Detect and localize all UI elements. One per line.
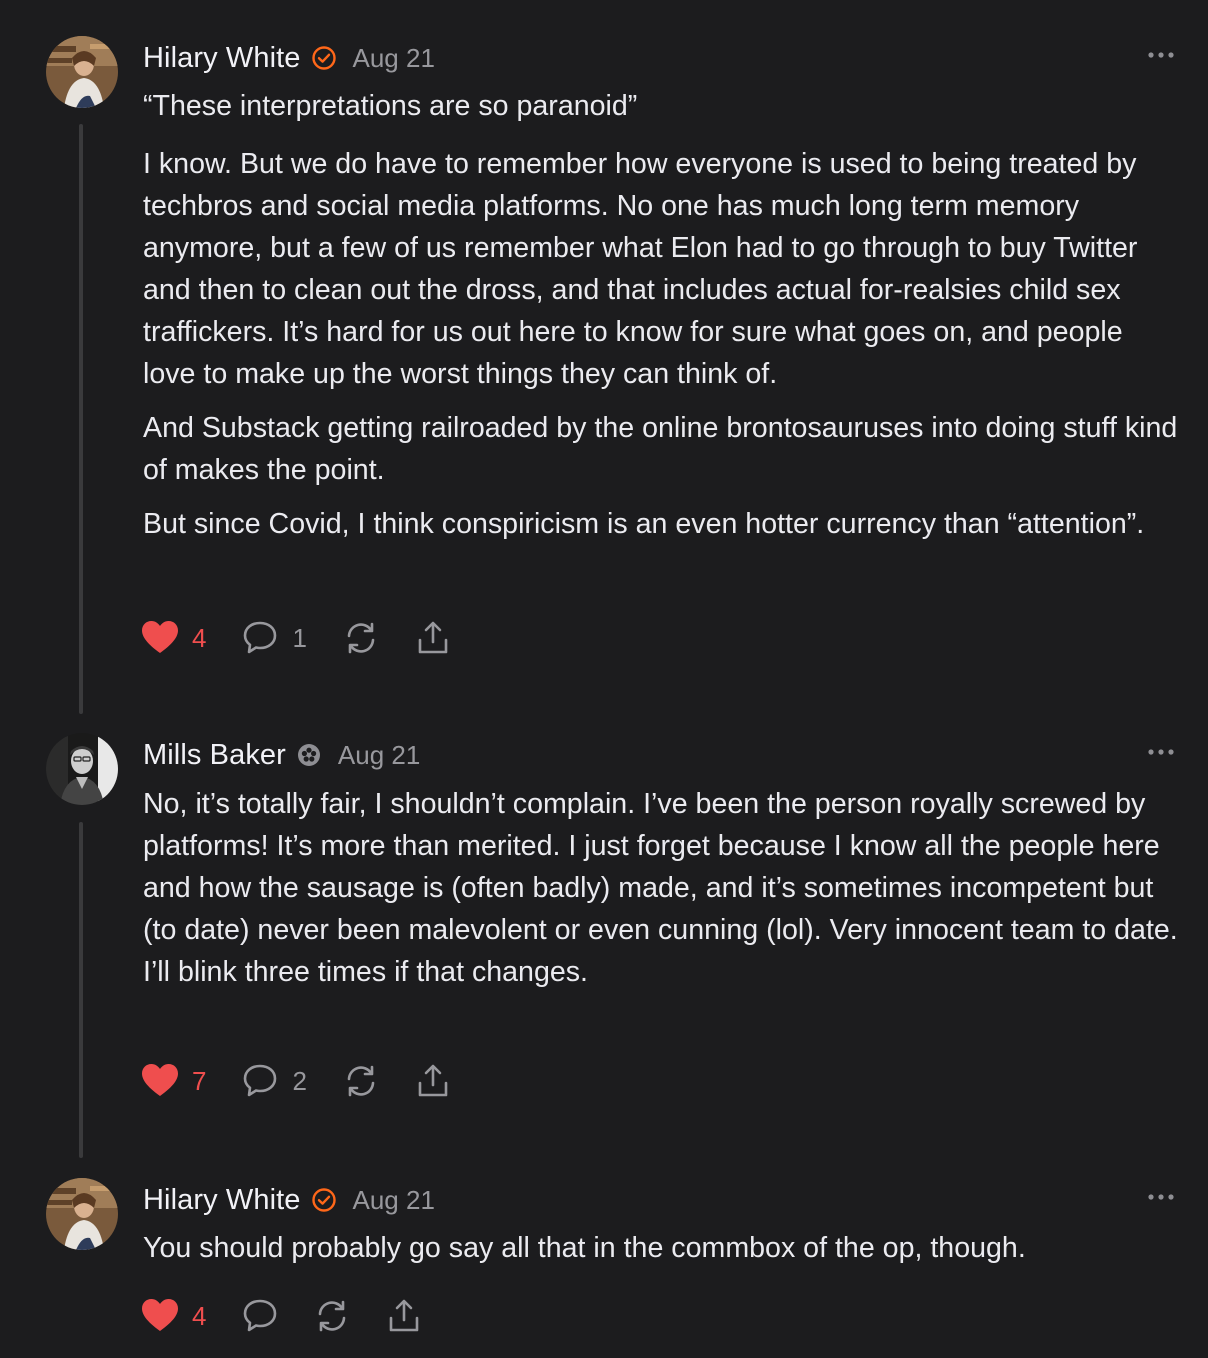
restack-icon <box>347 622 375 654</box>
restack-button[interactable] <box>343 620 379 656</box>
restack-icon <box>347 1065 375 1097</box>
comment-paragraph: “These interpretations are so paranoid” <box>143 90 638 122</box>
comment-bubble-icon <box>244 1064 277 1097</box>
like-count: 4 <box>192 622 207 653</box>
share-button[interactable] <box>415 1063 451 1099</box>
heart-icon <box>142 1064 178 1096</box>
comment-date[interactable]: Aug 21 <box>353 43 435 74</box>
comment-paragraph: No, it’s totally fair, I shouldn’t compl… <box>143 788 1178 988</box>
restack-button[interactable] <box>314 1298 350 1334</box>
comment-body: No, it’s totally fair, I shouldn’t compl… <box>143 783 1183 1005</box>
comment-date[interactable]: Aug 21 <box>353 1185 435 1216</box>
comment-actions: 4 1 <box>142 618 487 658</box>
reply-button[interactable]: 1 <box>242 620 307 656</box>
comment-header: Mills Baker Aug 21 <box>143 737 420 773</box>
comment-body: You should probably go say all that in t… <box>143 1227 1183 1281</box>
like-button[interactable]: 7 <box>142 1064 206 1098</box>
comment-header: Hilary White Aug 21 <box>143 40 435 76</box>
avatar[interactable] <box>46 733 118 805</box>
verified-check-icon <box>311 45 337 71</box>
share-icon <box>390 1299 419 1332</box>
restack-button[interactable] <box>343 1063 379 1099</box>
more-options-icon[interactable] <box>1146 745 1176 757</box>
share-button[interactable] <box>415 620 451 656</box>
verified-check-icon <box>311 1187 337 1213</box>
reply-count: 2 <box>292 1065 307 1096</box>
like-button[interactable]: 4 <box>142 621 206 655</box>
avatar[interactable] <box>46 36 118 108</box>
more-options-icon[interactable] <box>1146 1190 1176 1202</box>
comment: Mills Baker Aug 21 No, it’s totally fair… <box>0 733 1208 1133</box>
heart-icon <box>142 1299 178 1331</box>
comment-paragraph: You should probably go say all that in t… <box>143 1232 1026 1264</box>
heart-icon <box>142 621 178 653</box>
comment-bubble-icon <box>244 621 277 654</box>
more-options-icon[interactable] <box>1146 48 1176 60</box>
comment-paragraph: And Substack getting railroaded by the o… <box>143 412 1178 486</box>
author-name[interactable]: Mills Baker <box>143 739 286 772</box>
reply-count: 1 <box>292 622 307 653</box>
like-button[interactable]: 4 <box>142 1299 206 1333</box>
comment-bubble-icon <box>244 1299 277 1332</box>
comment-paragraph: I know. But we do have to remember how e… <box>143 148 1138 390</box>
comment-header: Hilary White Aug 21 <box>143 1182 435 1218</box>
reply-button[interactable] <box>242 1298 278 1334</box>
author-name[interactable]: Hilary White <box>143 1184 301 1217</box>
avatar[interactable] <box>46 1178 118 1250</box>
comment-paragraph: But since Covid, I think conspiricism is… <box>143 508 1145 540</box>
comment: Hilary White Aug 21 “These interpretatio… <box>0 36 1208 686</box>
restack-icon <box>319 1300 346 1332</box>
like-count: 7 <box>192 1065 207 1096</box>
share-icon <box>418 621 448 654</box>
author-name[interactable]: Hilary White <box>143 42 301 75</box>
share-icon <box>418 1064 448 1097</box>
comment-actions: 7 2 <box>142 1061 487 1101</box>
comment: Hilary White Aug 21 You should probably … <box>0 1178 1208 1348</box>
like-count: 4 <box>192 1300 207 1331</box>
comment-body: “These interpretations are so paranoid” … <box>143 85 1183 557</box>
comment-date[interactable]: Aug 21 <box>338 740 420 771</box>
comment-actions: 4 <box>142 1296 458 1336</box>
flower-badge-icon <box>296 742 322 768</box>
share-button[interactable] <box>386 1298 422 1334</box>
reply-button[interactable]: 2 <box>242 1063 307 1099</box>
